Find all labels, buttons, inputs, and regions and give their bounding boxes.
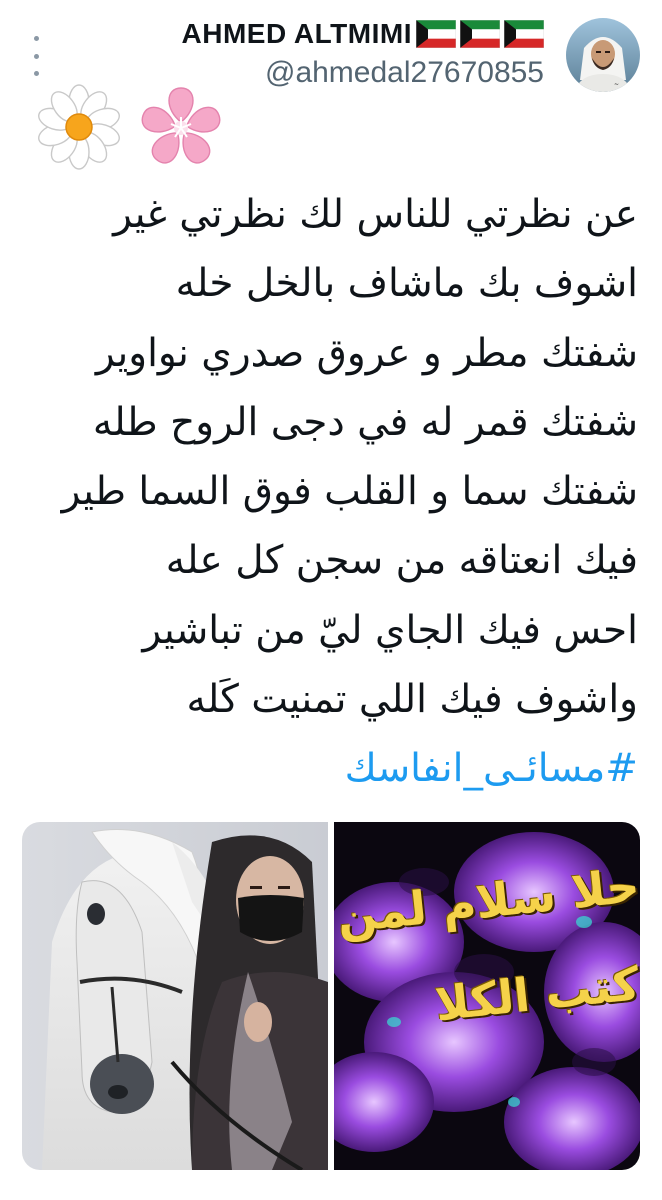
tweet-line-1: عن نظرتي للناس لك نظرتي غير — [113, 192, 638, 237]
tweet-line-4: شفتك قمر له في دجى الروح طله — [92, 399, 638, 445]
author-info: AHMED ALTMIMI @ahmedal27670855 — [182, 16, 544, 90]
hashtag-link[interactable]: #مسائـى_انفاسك — [38, 734, 638, 803]
decoration-flowers — [34, 82, 226, 172]
tweet-line-3: شفتك مطر و عروق صدري نواوير — [95, 330, 638, 376]
tweet-page: AHMED ALTMIMI @ahmedal27670855 ~ عن نظرت… — [0, 0, 662, 1200]
profile-photo-icon: ~ — [566, 18, 640, 92]
tweet-line-6: فيك انعتاقه من سجن كل عله — [165, 538, 638, 584]
author-name-row[interactable]: AHMED ALTMIMI — [182, 18, 544, 50]
svg-text:~: ~ — [614, 81, 619, 88]
pink-cherry-blossom-icon — [141, 87, 221, 164]
woman-with-white-horse-photo-icon — [22, 822, 328, 1170]
tweet-line-7: احس فيك الجاي ليّ من تباشير — [142, 607, 638, 653]
kuwait-flag-icon — [504, 20, 544, 48]
author-display-name[interactable]: AHMED ALTMIMI — [182, 18, 412, 50]
kuwait-flag-icon — [460, 20, 500, 48]
tweet-header: AHMED ALTMIMI @ahmedal27670855 ~ — [182, 16, 640, 102]
media-image-left[interactable] — [22, 822, 328, 1170]
author-avatar[interactable]: ~ — [566, 18, 640, 92]
more-options-icon[interactable] — [28, 36, 44, 76]
tweet-media: حلا سلام لمن كتب الكلا — [22, 822, 640, 1170]
tweet-line-2: اشوف بك ماشاف بالخل خله — [175, 261, 638, 307]
white-daisy-icon — [38, 84, 120, 170]
tweet-line-8: واشوف فيك اللي تمنيت كَله — [186, 677, 638, 723]
tweet-body: عن نظرتي للناس لك نظرتي غير اشوف بك ماشا… — [38, 180, 638, 804]
tweet-line-5: شفتك سما و القلب فوق السما طير — [61, 469, 638, 515]
media-image-right[interactable]: حلا سلام لمن كتب الكلا — [334, 822, 640, 1170]
kuwait-flag-icon — [416, 20, 456, 48]
author-handle[interactable]: @ahmedal27670855 — [265, 56, 544, 90]
